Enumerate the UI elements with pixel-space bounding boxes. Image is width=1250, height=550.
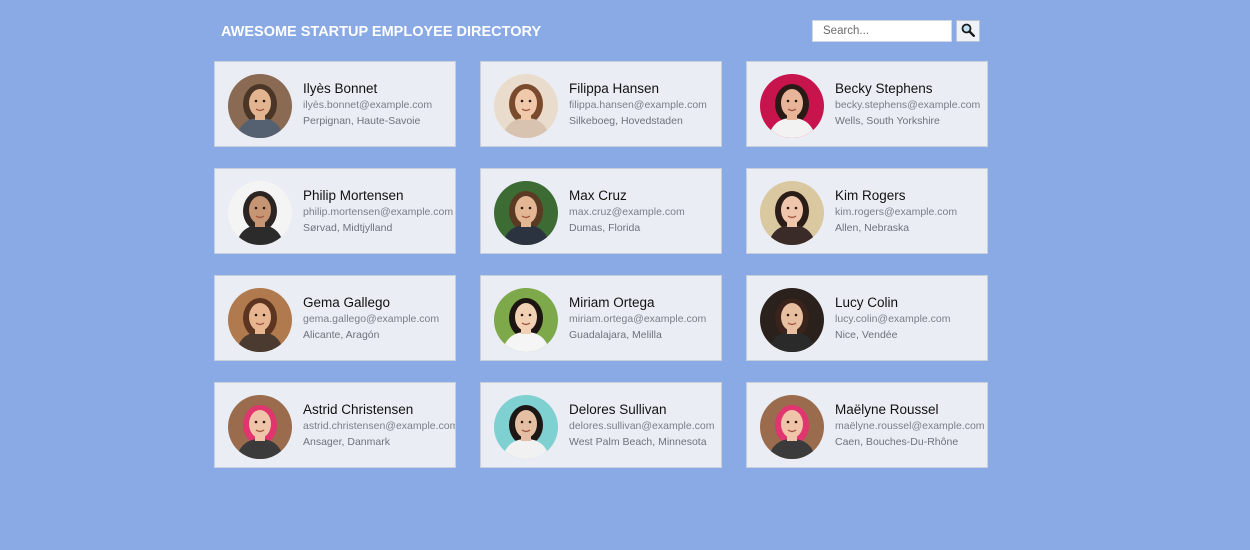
employee-email: lucy.colin@example.com xyxy=(835,313,951,325)
employee-card[interactable]: Ilyès Bonnet ilyès.bonnet@example.com Perp… xyxy=(214,61,456,147)
employee-card[interactable]: Filippa Hansen filippa.hansen@example.com… xyxy=(480,61,722,147)
avatar xyxy=(494,395,558,459)
employee-location: Silkeboeg, Hovedstaden xyxy=(569,115,683,127)
employee-info: Lucy Colin lucy.colin@example.com Nice, Ve… xyxy=(835,294,985,343)
page-title: AWESOME STARTUP EMPLOYEE DIRECTORY xyxy=(221,24,542,40)
employee-info: Gema Gallego gema.gallego@example.com Alic… xyxy=(303,294,453,343)
avatar xyxy=(760,181,824,245)
avatar xyxy=(760,288,824,352)
employee-name: Lucy Colin xyxy=(835,295,899,310)
employee-info: Maëlyne Roussel maëlyne.roussel@example.c… xyxy=(835,401,985,450)
employee-info: Filippa Hansen filippa.hansen@example.com… xyxy=(569,80,719,129)
employee-info: Max Cruz max.cruz@example.com Dumas, Flori… xyxy=(569,187,719,236)
employee-info: Philip Mortensen philip.mortensen@example… xyxy=(303,187,453,236)
employee-name: Philip Mortensen xyxy=(303,188,404,203)
search-button[interactable] xyxy=(956,20,980,42)
employee-location: Ansager, Danmark xyxy=(303,436,390,448)
avatar xyxy=(494,181,558,245)
employee-email: becky.stephens@example.com xyxy=(835,99,981,111)
employee-email: gema.gallego@example.com xyxy=(303,313,440,325)
employee-card[interactable]: Miriam Ortega miriam.ortega@example.com Gu… xyxy=(480,275,722,361)
employee-email: philip.mortensen@example.com xyxy=(303,206,454,218)
employee-info: Delores Sullivan delores.sullivan@example… xyxy=(569,401,719,450)
employee-location: Alicante, Aragón xyxy=(303,329,380,341)
employee-card[interactable]: Becky Stephens becky.stephens@example.com… xyxy=(746,61,988,147)
employee-location: Perpignan, Haute-Savoie xyxy=(303,115,421,127)
employee-location: Sørvad, Midtjylland xyxy=(303,222,393,234)
employee-card[interactable]: Maëlyne Roussel maëlyne.roussel@example.c… xyxy=(746,382,988,468)
employee-email: max.cruz@example.com xyxy=(569,206,685,218)
avatar xyxy=(228,74,292,138)
avatar xyxy=(494,288,558,352)
employee-name: Delores Sullivan xyxy=(569,402,667,417)
search-icon xyxy=(961,23,976,40)
employee-card[interactable]: Philip Mortensen philip.mortensen@example… xyxy=(214,168,456,254)
employee-location: Nice, Vendée xyxy=(835,329,898,341)
employee-grid: Ilyès Bonnet ilyès.bonnet@example.com Perp… xyxy=(214,61,988,468)
employee-email: delores.sullivan@example.com xyxy=(569,420,715,432)
employee-card[interactable]: Kim Rogers kim.rogers@example.com Allen, N… xyxy=(746,168,988,254)
employee-name: Maëlyne Roussel xyxy=(835,402,939,417)
employee-location: Allen, Nebraska xyxy=(835,222,910,234)
employee-name: Ilyès Bonnet xyxy=(303,81,378,96)
employee-email: astrid.christensen@example.com xyxy=(303,420,456,432)
employee-location: Caen, Bouches-Du-Rhône xyxy=(835,436,959,448)
avatar xyxy=(228,288,292,352)
employee-name: Gema Gallego xyxy=(303,295,391,310)
avatar xyxy=(760,74,824,138)
employee-card[interactable]: Delores Sullivan delores.sullivan@example… xyxy=(480,382,722,468)
employee-name: Max Cruz xyxy=(569,188,627,203)
employee-card[interactable]: Astrid Christensen astrid.christensen@exa… xyxy=(214,382,456,468)
employee-name: Astrid Christensen xyxy=(303,402,414,417)
employee-email: ilyès.bonnet@example.com xyxy=(303,99,433,111)
employee-email: kim.rogers@example.com xyxy=(835,206,958,218)
employee-location: Guadalajara, Melilla xyxy=(569,329,662,341)
avatar xyxy=(228,181,292,245)
avatar xyxy=(760,395,824,459)
employee-name: Becky Stephens xyxy=(835,81,933,96)
employee-name: Miriam Ortega xyxy=(569,295,655,310)
employee-card[interactable]: Gema Gallego gema.gallego@example.com Alic… xyxy=(214,275,456,361)
employee-location: Wells, South Yorkshire xyxy=(835,115,940,127)
employee-info: Kim Rogers kim.rogers@example.com Allen, N… xyxy=(835,187,985,236)
employee-location: West Palm Beach, Minnesota xyxy=(569,436,707,448)
employee-info: Becky Stephens becky.stephens@example.com… xyxy=(835,80,985,129)
employee-name: Filippa Hansen xyxy=(569,81,660,96)
employee-email: filippa.hansen@example.com xyxy=(569,99,707,111)
employee-card[interactable]: Max Cruz max.cruz@example.com Dumas, Flori… xyxy=(480,168,722,254)
employee-email: maëlyne.roussel@example.com xyxy=(835,420,985,432)
employee-card[interactable]: Lucy Colin lucy.colin@example.com Nice, Ve… xyxy=(746,275,988,361)
employee-info: Astrid Christensen astrid.christensen@exa… xyxy=(303,401,456,450)
search-input[interactable] xyxy=(812,20,952,42)
employee-location: Dumas, Florida xyxy=(569,222,641,234)
employee-name: Kim Rogers xyxy=(835,188,906,203)
employee-info: Miriam Ortega miriam.ortega@example.com Gu… xyxy=(569,294,719,343)
employee-email: miriam.ortega@example.com xyxy=(569,313,707,325)
employee-info: Ilyès Bonnet ilyès.bonnet@example.com Perp… xyxy=(303,80,453,129)
avatar xyxy=(228,395,292,459)
search-bar xyxy=(812,20,980,42)
avatar xyxy=(494,74,558,138)
